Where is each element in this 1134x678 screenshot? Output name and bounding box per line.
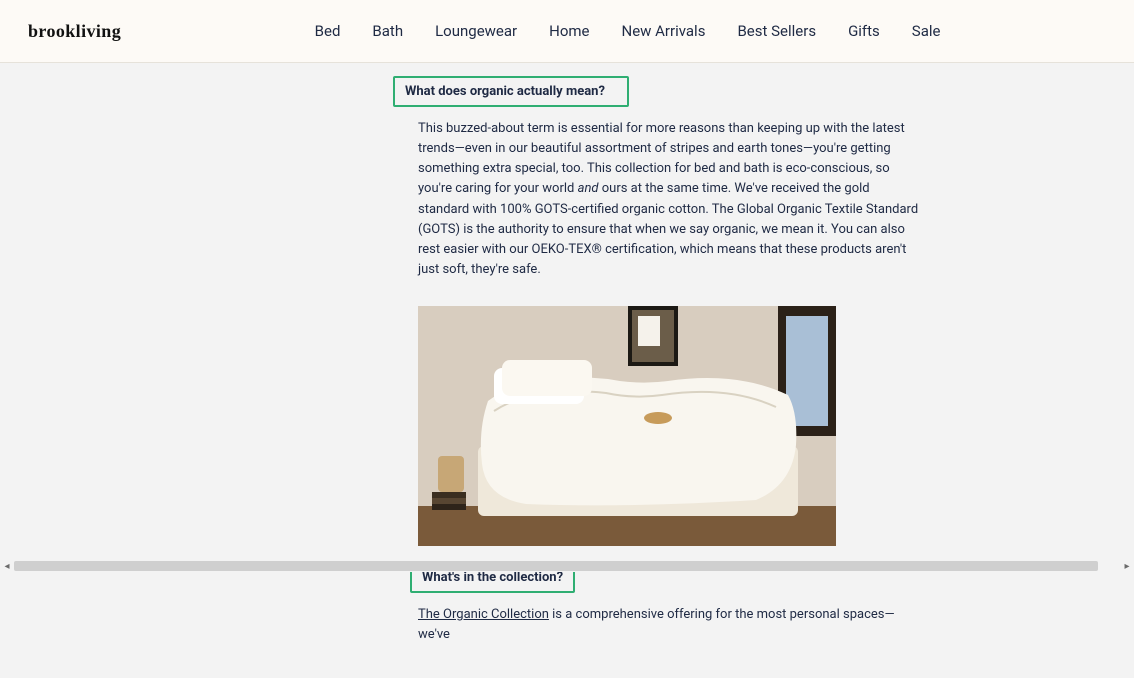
section1-em: and xyxy=(578,181,599,196)
primary-nav: Bed Bath Loungewear Home New Arrivals Be… xyxy=(121,22,1134,40)
nav-sale[interactable]: Sale xyxy=(912,22,941,40)
top-bar: brookliving Bed Bath Loungewear Home New… xyxy=(0,0,1134,63)
section-heading-2: What's in the collection? xyxy=(422,570,563,585)
scrollbar-thumb[interactable] xyxy=(14,561,1098,571)
section-heading-1: What does organic actually mean? xyxy=(405,84,617,99)
nav-best-sellers[interactable]: Best Sellers xyxy=(737,22,816,40)
organic-collection-link[interactable]: The Organic Collection xyxy=(418,607,549,622)
page-body: What does organic actually mean? This bu… xyxy=(0,63,1134,678)
heading-highlight-1: What does organic actually mean? xyxy=(393,76,629,107)
nav-bed[interactable]: Bed xyxy=(315,22,341,40)
brand-logo[interactable]: brookliving xyxy=(28,21,121,42)
section2-paragraph: The Organic Collection is a comprehensiv… xyxy=(418,605,923,645)
nav-home[interactable]: Home xyxy=(549,22,589,40)
nav-loungewear[interactable]: Loungewear xyxy=(435,22,517,40)
scroll-left-arrow-icon[interactable]: ◂ xyxy=(0,560,14,572)
nav-new-arrivals[interactable]: New Arrivals xyxy=(622,22,706,40)
horizontal-scrollbar[interactable]: ◂ ▸ xyxy=(0,560,1134,572)
scrollbar-track[interactable] xyxy=(14,560,1120,572)
bedroom-illustration xyxy=(418,306,836,546)
nav-gifts[interactable]: Gifts xyxy=(848,22,880,40)
nav-bath[interactable]: Bath xyxy=(372,22,403,40)
article-image xyxy=(418,306,836,546)
section1-paragraph: This buzzed-about term is essential for … xyxy=(418,119,923,280)
scroll-right-arrow-icon[interactable]: ▸ xyxy=(1120,560,1134,572)
